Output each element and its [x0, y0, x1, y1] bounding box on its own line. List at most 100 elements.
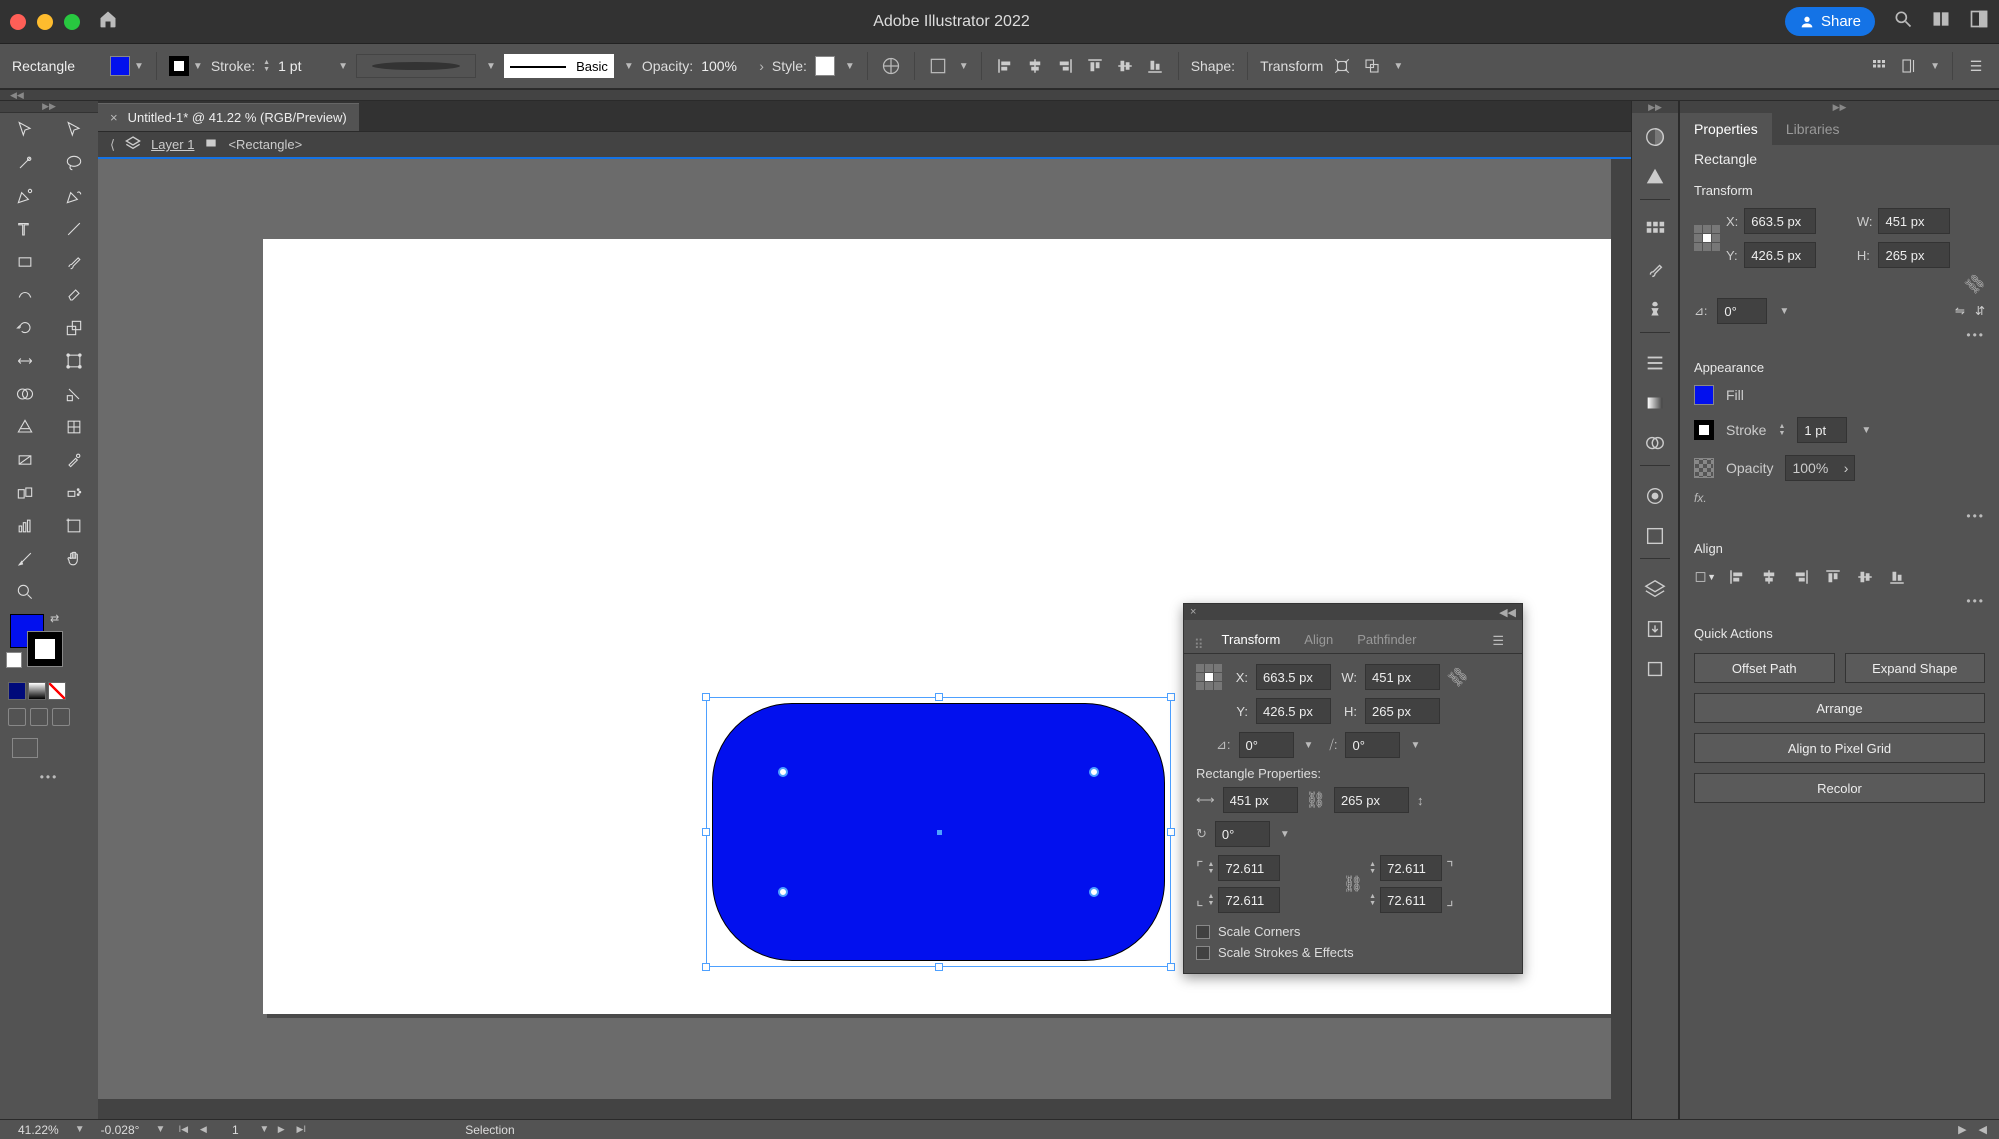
magic-wand-tool[interactable] [0, 146, 49, 179]
color-guide-panel-icon[interactable] [1639, 161, 1671, 193]
flip-horizontal-icon[interactable]: ⇋ [1955, 304, 1965, 318]
resize-handle-tr[interactable] [1167, 693, 1175, 701]
live-paint-tool[interactable] [49, 377, 98, 410]
graphic-styles-panel-icon[interactable] [1639, 520, 1671, 552]
link-wh-icon[interactable]: ⛓ [1444, 663, 1473, 692]
rect-w-input[interactable] [1223, 787, 1298, 813]
last-artboard-button[interactable]: ▶I [293, 1123, 309, 1137]
tab-libraries[interactable]: Libraries [1772, 113, 1854, 145]
chevron-down-icon[interactable]: ▼ [1930, 61, 1940, 72]
chevron-down-icon[interactable]: ▼ [1779, 306, 1789, 317]
resize-handle-mr[interactable] [1167, 828, 1175, 836]
rp-opacity-input[interactable]: 100% › [1785, 455, 1855, 481]
appearance-panel-icon[interactable] [1639, 480, 1671, 512]
chevron-down-icon[interactable]: ▼ [1304, 740, 1314, 751]
rp-align-vcenter[interactable] [1854, 566, 1876, 588]
eyedropper-tool[interactable] [49, 443, 98, 476]
chevron-down-icon[interactable]: ▼ [1393, 61, 1403, 72]
rp-h-input[interactable] [1878, 242, 1950, 268]
pen-tool[interactable] [0, 179, 49, 212]
search-icon[interactable] [1893, 9, 1913, 34]
chevron-down-icon[interactable]: ▼ [75, 1124, 85, 1135]
rect-angle-input[interactable] [1215, 821, 1270, 847]
flip-vertical-icon[interactable]: ⇵ [1975, 304, 1985, 318]
corner-widget-tl[interactable] [778, 767, 788, 777]
direct-selection-tool[interactable] [49, 113, 98, 146]
corner-bl-input[interactable] [1218, 887, 1280, 913]
resize-handle-tl[interactable] [702, 693, 710, 701]
layers-icon[interactable] [125, 135, 141, 154]
align-top-icon[interactable] [1084, 55, 1106, 77]
eraser-tool[interactable] [49, 278, 98, 311]
perspective-grid-tool[interactable] [0, 410, 49, 443]
back-arrow-icon[interactable]: ⟨ [110, 137, 115, 153]
selection-tool[interactable] [0, 113, 49, 146]
blend-tool[interactable] [0, 476, 49, 509]
corner-tr-icon[interactable]: ⌝ [1446, 858, 1454, 878]
align-hcenter-icon[interactable] [1024, 55, 1046, 77]
color-panel-icon[interactable] [1639, 121, 1671, 153]
rp-stroke-stepper[interactable]: ▲▼ [1778, 423, 1785, 437]
corner-br-icon[interactable]: ⌟ [1446, 890, 1454, 910]
corner-br-input[interactable] [1380, 887, 1442, 913]
color-mode-gradient[interactable] [28, 682, 46, 700]
align-left-icon[interactable] [994, 55, 1016, 77]
expand-shape-button[interactable]: Expand Shape [1845, 653, 1986, 683]
column-graph-tool[interactable] [0, 509, 49, 542]
corner-bl-stepper[interactable]: ▲▼ [1208, 893, 1215, 907]
zoom-level[interactable]: 41.22% [12, 1123, 65, 1137]
close-window-button[interactable] [10, 14, 26, 30]
corner-bl-icon[interactable]: ⌞ [1196, 890, 1204, 910]
chevron-down-icon[interactable]: ▼ [155, 1124, 165, 1135]
hand-tool[interactable] [49, 542, 98, 575]
resize-handle-ml[interactable] [702, 828, 710, 836]
scale-tool[interactable] [49, 311, 98, 344]
rp-x-input[interactable] [1744, 208, 1816, 234]
rp-align-hcenter[interactable] [1758, 566, 1780, 588]
rectangle-tool[interactable] [0, 245, 49, 278]
align-to-pixel-icon[interactable] [1898, 55, 1920, 77]
artboards-panel-icon[interactable] [1639, 653, 1671, 685]
rp-w-input[interactable] [1878, 208, 1950, 234]
gradient-panel-icon[interactable] [1639, 387, 1671, 419]
edit-contents-icon[interactable] [1361, 55, 1383, 77]
transform-label[interactable]: Transform [1260, 58, 1323, 74]
offset-path-button[interactable]: Offset Path [1694, 653, 1835, 683]
chevron-down-icon[interactable]: ▼ [259, 1124, 269, 1135]
rp-align-top[interactable] [1822, 566, 1844, 588]
scroll-left-icon[interactable]: ◀ [1979, 1123, 1987, 1136]
scale-strokes-checkbox[interactable] [1196, 946, 1210, 960]
corner-tr-stepper[interactable]: ▲▼ [1369, 861, 1376, 875]
collapse-strip[interactable]: ◀◀ [0, 89, 1999, 101]
rp-appearance-more[interactable]: ••• [1680, 509, 1999, 531]
gradient-tool[interactable] [0, 443, 49, 476]
arrange-button[interactable]: Arrange [1694, 693, 1985, 723]
corner-widget-br[interactable] [1089, 887, 1099, 897]
close-panel-icon[interactable]: × [1190, 606, 1196, 618]
selection-bounding-box[interactable] [706, 697, 1171, 967]
artboard-number[interactable]: 1 [215, 1123, 255, 1137]
free-transform-tool[interactable] [49, 344, 98, 377]
resize-handle-bm[interactable] [935, 963, 943, 971]
rp-align-bottom[interactable] [1886, 566, 1908, 588]
minimize-window-button[interactable] [37, 14, 53, 30]
rect-h-input[interactable] [1334, 787, 1409, 813]
prev-artboard-button[interactable]: ◀ [195, 1123, 211, 1137]
draw-normal[interactable] [8, 708, 26, 726]
draw-inside[interactable] [52, 708, 70, 726]
vertical-scrollbar[interactable] [1611, 159, 1631, 1119]
chevron-down-icon[interactable]: ▼ [845, 61, 855, 72]
rp-collapse[interactable]: ▶▶ [1680, 101, 1999, 113]
panel-titlebar[interactable]: ×◀◀ [1184, 604, 1522, 620]
stroke-swatch-dropdown[interactable]: ▼ [169, 56, 203, 76]
align-to-dropdown[interactable]: ▼ [1694, 566, 1716, 588]
color-mode-solid[interactable] [8, 682, 26, 700]
snap-to-pixel-icon[interactable] [1868, 55, 1890, 77]
transparency-panel-icon[interactable] [1639, 427, 1671, 459]
tab-align[interactable]: Align [1292, 626, 1345, 653]
x-input[interactable] [1256, 664, 1331, 690]
tab-pathfinder[interactable]: Pathfinder [1345, 626, 1428, 653]
rp-align-more[interactable]: ••• [1680, 594, 1999, 616]
shape-builder-tool[interactable] [0, 377, 49, 410]
stroke-color-swatch[interactable] [28, 632, 62, 666]
